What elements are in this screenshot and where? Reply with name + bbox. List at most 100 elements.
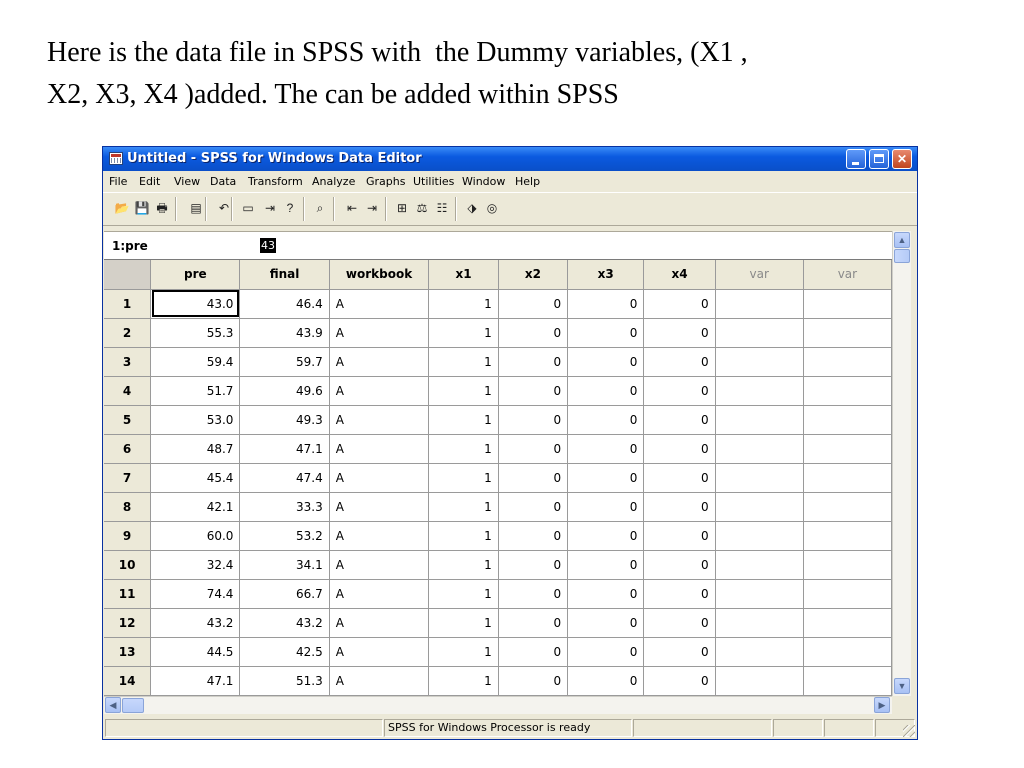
- data-cell[interactable]: A: [329, 463, 430, 493]
- data-cell[interactable]: 0: [498, 550, 569, 580]
- data-cell[interactable]: A: [329, 434, 430, 464]
- empty-cell[interactable]: [715, 434, 804, 464]
- data-cell[interactable]: 0: [498, 289, 569, 319]
- data-cell[interactable]: 0: [567, 492, 645, 522]
- data-cell[interactable]: 51.7: [150, 376, 241, 406]
- data-cell[interactable]: 1: [428, 318, 499, 348]
- data-cell[interactable]: 0: [498, 637, 569, 667]
- data-cell[interactable]: 0: [643, 608, 716, 638]
- empty-cell[interactable]: [715, 579, 804, 609]
- data-cell[interactable]: 0: [567, 666, 645, 696]
- menu-10[interactable]: Help: [515, 175, 540, 188]
- data-cell[interactable]: 0: [643, 550, 716, 580]
- data-cell[interactable]: 60.0: [150, 521, 241, 551]
- menu-9[interactable]: Window: [462, 175, 505, 188]
- data-cell[interactable]: 0: [567, 550, 645, 580]
- data-cell[interactable]: 0: [567, 289, 645, 319]
- data-cell[interactable]: 0: [643, 492, 716, 522]
- empty-cell[interactable]: [803, 463, 892, 493]
- insert-variable-icon[interactable]: ⇥: [363, 199, 381, 217]
- data-cell[interactable]: 51.3: [239, 666, 330, 696]
- data-cell[interactable]: 1: [428, 376, 499, 406]
- data-cell[interactable]: 0: [643, 347, 716, 377]
- data-cell[interactable]: 43.2: [150, 608, 241, 638]
- data-cell[interactable]: 0: [643, 637, 716, 667]
- data-cell[interactable]: A: [329, 289, 430, 319]
- menu-8[interactable]: Utilities: [413, 175, 454, 188]
- data-cell[interactable]: 0: [498, 376, 569, 406]
- data-cell[interactable]: 0: [643, 376, 716, 406]
- empty-cell[interactable]: [803, 289, 892, 319]
- variables-icon[interactable]: ?: [281, 199, 299, 217]
- data-cell[interactable]: 0: [567, 637, 645, 667]
- data-cell[interactable]: 47.1: [150, 666, 241, 696]
- insert-case-icon[interactable]: ⇤: [343, 199, 361, 217]
- empty-cell[interactable]: [803, 347, 892, 377]
- print-icon[interactable]: 🖶: [153, 199, 171, 217]
- data-cell[interactable]: 0: [567, 405, 645, 435]
- scroll-right-arrow-icon[interactable]: ▶: [874, 697, 890, 713]
- data-cell[interactable]: A: [329, 376, 430, 406]
- data-cell[interactable]: 42.5: [239, 637, 330, 667]
- data-cell[interactable]: 1: [428, 492, 499, 522]
- row-header[interactable]: 10: [104, 550, 152, 580]
- data-cell[interactable]: 1: [428, 405, 499, 435]
- column-header[interactable]: pre: [150, 260, 241, 290]
- data-cell[interactable]: 42.1: [150, 492, 241, 522]
- data-cell[interactable]: 74.4: [150, 579, 241, 609]
- empty-cell[interactable]: [715, 347, 804, 377]
- row-header[interactable]: 2: [104, 318, 152, 348]
- empty-cell[interactable]: [803, 376, 892, 406]
- empty-cell[interactable]: [803, 579, 892, 609]
- title-bar[interactable]: Untitled - SPSS for Windows Data Editor …: [103, 147, 917, 171]
- data-cell[interactable]: 43.2: [239, 608, 330, 638]
- empty-cell[interactable]: [715, 376, 804, 406]
- data-cell[interactable]: 59.7: [239, 347, 330, 377]
- empty-cell[interactable]: [803, 434, 892, 464]
- data-cell[interactable]: 34.1: [239, 550, 330, 580]
- data-cell[interactable]: 0: [498, 666, 569, 696]
- use-sets-icon[interactable]: ◎: [483, 199, 501, 217]
- data-cell[interactable]: A: [329, 347, 430, 377]
- data-cell[interactable]: 0: [498, 463, 569, 493]
- data-cell[interactable]: 46.4: [239, 289, 330, 319]
- data-cell[interactable]: 0: [643, 579, 716, 609]
- empty-cell[interactable]: [715, 550, 804, 580]
- vertical-scroll-thumb[interactable]: [894, 249, 910, 263]
- data-cell[interactable]: 0: [567, 579, 645, 609]
- data-cell[interactable]: 0: [643, 521, 716, 551]
- data-cell[interactable]: 0: [643, 405, 716, 435]
- maximize-button[interactable]: [869, 149, 889, 169]
- row-header[interactable]: 6: [104, 434, 152, 464]
- split-file-icon[interactable]: ⊞: [393, 199, 411, 217]
- column-header[interactable]: x2: [498, 260, 569, 290]
- data-cell[interactable]: A: [329, 405, 430, 435]
- menu-2[interactable]: Edit: [139, 175, 160, 188]
- menu-7[interactable]: Graphs: [366, 175, 405, 188]
- empty-cell[interactable]: [715, 289, 804, 319]
- dialog-recall-icon[interactable]: ▤: [187, 199, 205, 217]
- close-button[interactable]: ✕: [892, 149, 912, 169]
- data-cell[interactable]: 0: [498, 579, 569, 609]
- data-cell[interactable]: 47.1: [239, 434, 330, 464]
- empty-cell[interactable]: [715, 492, 804, 522]
- empty-cell[interactable]: [715, 405, 804, 435]
- empty-cell[interactable]: [715, 608, 804, 638]
- data-cell[interactable]: 43.0: [150, 289, 241, 319]
- data-cell[interactable]: 55.3: [150, 318, 241, 348]
- data-cell[interactable]: 44.5: [150, 637, 241, 667]
- empty-cell[interactable]: [803, 550, 892, 580]
- empty-cell[interactable]: [803, 608, 892, 638]
- data-cell[interactable]: 32.4: [150, 550, 241, 580]
- cell-value-input[interactable]: 43: [260, 238, 276, 253]
- data-cell[interactable]: 1: [428, 666, 499, 696]
- data-cell[interactable]: 0: [567, 318, 645, 348]
- data-cell[interactable]: A: [329, 579, 430, 609]
- menu-1[interactable]: File: [109, 175, 127, 188]
- scroll-left-arrow-icon[interactable]: ◀: [105, 697, 121, 713]
- weight-cases-icon[interactable]: ⚖: [413, 199, 431, 217]
- data-cell[interactable]: 33.3: [239, 492, 330, 522]
- empty-cell[interactable]: [715, 463, 804, 493]
- data-cell[interactable]: 1: [428, 579, 499, 609]
- empty-cell[interactable]: [715, 318, 804, 348]
